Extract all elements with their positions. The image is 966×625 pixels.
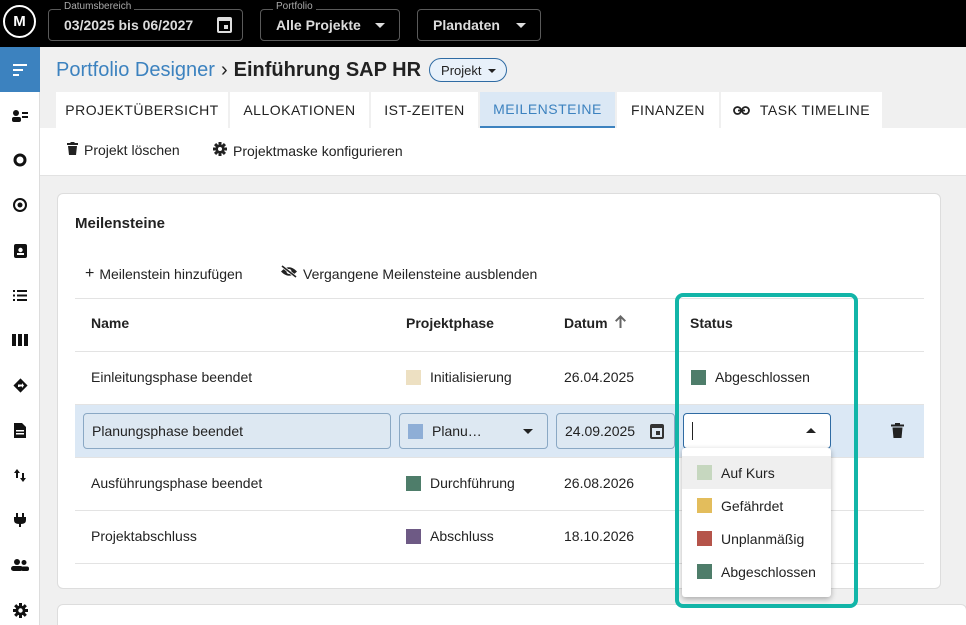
hide-past-milestones-label: Vergangene Meilensteine ausblenden: [303, 266, 538, 282]
menu-lines-icon: [13, 63, 27, 76]
date-cell[interactable]: 18.10.2026: [564, 528, 634, 544]
sidebar: [0, 47, 40, 625]
phase-swatch: [408, 423, 423, 439]
toolbar: Projekt löschen Projektmaske konfigurier…: [40, 128, 966, 176]
add-milestone-button[interactable]: + Meilenstein hinzufügen: [85, 265, 243, 283]
page-title: Einführung SAP HR: [233, 58, 422, 81]
list-icon[interactable]: [0, 285, 40, 305]
portfolio-select[interactable]: Portfolio Alle Projekte: [260, 1, 400, 41]
clipboard-user-icon[interactable]: [0, 240, 40, 260]
breadcrumb-separator: ›: [220, 58, 228, 81]
breadcrumb-link-portfolio-designer[interactable]: Portfolio Designer: [56, 59, 215, 82]
group-icon[interactable]: [0, 555, 40, 575]
date-range-field[interactable]: Datumsbereich 03/2025 bis 06/2027: [48, 1, 243, 41]
phase-label: Initialisierung: [430, 369, 512, 385]
portfolio-label: Portfolio: [273, 1, 316, 13]
configure-mask-button[interactable]: Projektmaske konfigurieren: [213, 142, 403, 159]
tab-label: PROJEKTÜBERSICHT: [65, 102, 219, 118]
swap-vertical-icon[interactable]: [0, 465, 40, 485]
column-header-name[interactable]: Name: [91, 315, 129, 331]
phase-swatch: [406, 528, 421, 544]
delete-project-button[interactable]: Projekt löschen: [67, 142, 180, 158]
type-chip[interactable]: Projekt: [429, 58, 507, 82]
card-title: Meilensteine: [75, 215, 166, 232]
logo-icon[interactable]: M: [3, 5, 36, 38]
tab-label: IST-ZEITEN: [384, 102, 465, 118]
milestone-name-value: Planungsphase beendet: [92, 423, 244, 439]
date-input[interactable]: 24.09.2025: [556, 413, 675, 449]
plug-icon[interactable]: [0, 510, 40, 530]
phase-label: Durchführung: [430, 475, 515, 491]
column-header-phase[interactable]: Projektphase: [406, 315, 494, 331]
phase-cell[interactable]: Abschluss: [406, 528, 494, 544]
people-list-icon[interactable]: [0, 106, 40, 126]
tab-label: MEILENSTEINE: [493, 101, 602, 117]
tab-ist-zeiten[interactable]: IST-ZEITEN: [371, 92, 478, 128]
milestone-name-input[interactable]: Planungsphase beendet: [83, 413, 391, 449]
date-cell[interactable]: 26.08.2026: [564, 475, 634, 491]
configure-mask-label: Projektmaske konfigurieren: [233, 142, 403, 159]
column-header-date[interactable]: Datum: [564, 315, 626, 331]
columns-icon[interactable]: [0, 330, 40, 350]
tab-label: ALLOKATIONEN: [243, 102, 356, 118]
phase-label: Abschluss: [430, 528, 494, 544]
date-range-label: Datumsbereich: [61, 1, 135, 13]
milestone-name[interactable]: Projektabschluss: [91, 528, 197, 544]
phase-cell[interactable]: Durchführung: [406, 475, 515, 491]
breadcrumb: Portfolio Designer › Einführung SAP HR P…: [56, 58, 507, 82]
phase-cell[interactable]: Initialisierung: [406, 369, 512, 385]
tab-allokationen[interactable]: ALLOKATIONEN: [230, 92, 369, 128]
tab-meilensteine[interactable]: MEILENSTEINE: [480, 92, 615, 128]
top-bar: M Datumsbereich 03/2025 bis 06/2027 Port…: [0, 0, 966, 47]
plandaten-select[interactable]: Plandaten: [417, 9, 541, 41]
milestone-name[interactable]: Ausführungsphase beendet: [91, 475, 262, 491]
calendar-icon[interactable]: [217, 17, 232, 33]
chevron-down-icon: [516, 23, 526, 28]
hide-past-milestones-button[interactable]: Vergangene Meilensteine ausblenden: [280, 264, 538, 283]
status-column-highlight: [675, 293, 858, 608]
trash-icon: [67, 142, 78, 158]
phase-select[interactable]: Planu…: [399, 413, 548, 449]
link-icon: [732, 102, 750, 119]
tab-projektuebersicht[interactable]: PROJEKTÜBERSICHT: [56, 92, 228, 128]
sidebar-item-portfolio-designer[interactable]: [0, 47, 40, 92]
tab-label: TASK TIMELINE: [759, 102, 871, 118]
date-input-value: 24.09.2025: [565, 423, 636, 439]
portfolio-value: Alle Projekte: [276, 17, 361, 33]
chevron-down-icon: [375, 23, 385, 28]
column-header-date-label: Datum: [564, 315, 608, 331]
calendar-icon[interactable]: [650, 424, 664, 439]
delete-row-icon[interactable]: [891, 423, 904, 438]
plus-icon: +: [85, 265, 95, 282]
eye-off-icon: [280, 264, 298, 283]
plandaten-value: Plandaten: [433, 17, 500, 33]
document-icon[interactable]: [0, 420, 40, 440]
direction-sign-icon[interactable]: [0, 375, 40, 395]
tab-task-timeline[interactable]: TASK TIMELINE: [721, 92, 882, 128]
date-range-value: 03/2025 bis 06/2027: [64, 17, 194, 33]
tab-finanzen[interactable]: FINANZEN: [617, 92, 719, 128]
tab-label: FINANZEN: [631, 102, 705, 118]
date-cell[interactable]: 26.04.2025: [564, 369, 634, 385]
gear-icon[interactable]: [0, 600, 40, 620]
target-icon[interactable]: [0, 195, 40, 215]
chevron-down-icon: [523, 429, 533, 434]
delete-project-label: Projekt löschen: [84, 142, 180, 158]
arrow-up-icon[interactable]: [614, 315, 626, 331]
add-milestone-label: Meilenstein hinzufügen: [99, 266, 243, 282]
donut-chart-icon[interactable]: [0, 150, 40, 170]
phase-swatch: [406, 369, 421, 385]
gear-icon: [213, 142, 227, 159]
phase-swatch: [406, 475, 421, 491]
phase-select-value: Planu…: [432, 423, 482, 439]
milestone-name[interactable]: Einleitungsphase beendet: [91, 369, 252, 385]
tab-bar: PROJEKTÜBERSICHT ALLOKATIONEN IST-ZEITEN…: [56, 92, 884, 128]
